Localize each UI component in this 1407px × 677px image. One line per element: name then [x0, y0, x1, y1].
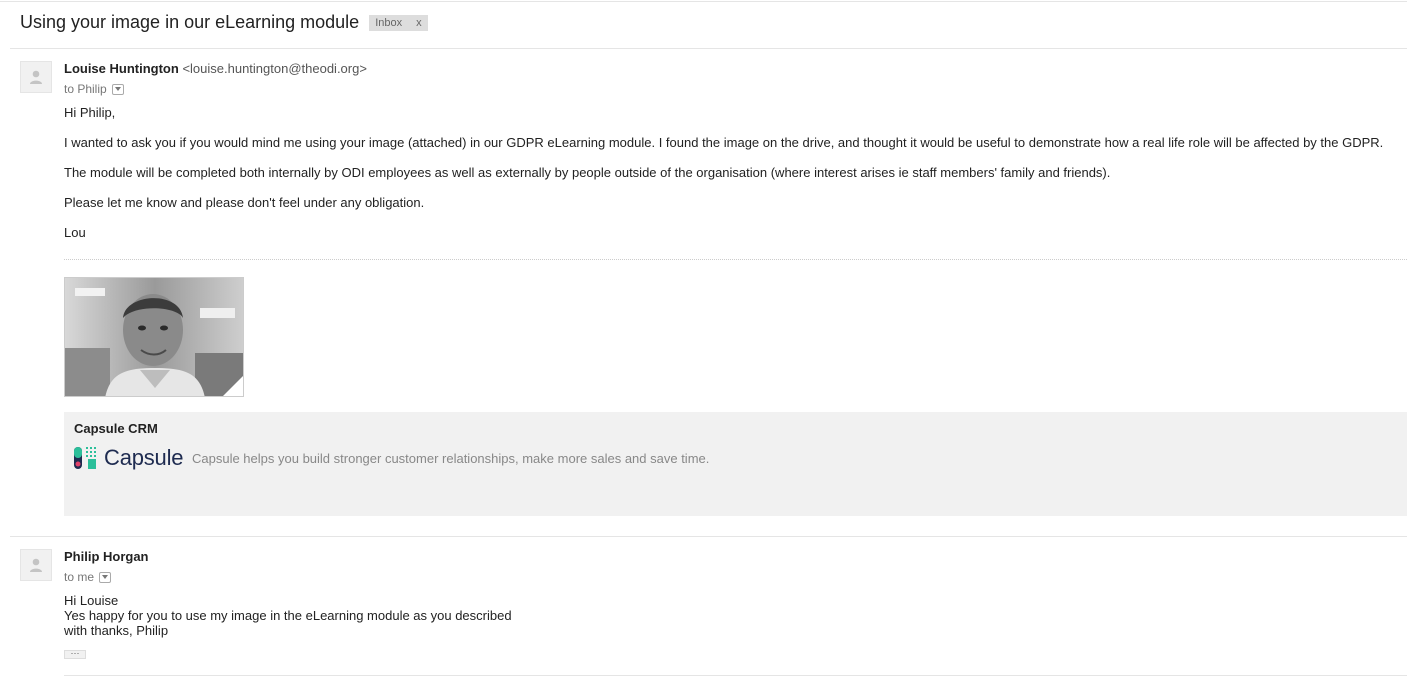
show-details-button[interactable]	[99, 571, 112, 583]
body-paragraph: I wanted to ask you if you would mind me…	[64, 135, 1384, 150]
reply-line: Hi Louise	[64, 593, 119, 608]
bottom-divider	[64, 675, 1407, 676]
recipient-text: to me	[64, 570, 95, 584]
card-title: Capsule CRM	[74, 421, 158, 436]
page-fold	[223, 376, 243, 396]
sender-name[interactable]: Philip Horgan	[64, 549, 149, 564]
subject-divider	[10, 48, 1407, 49]
sender-name[interactable]: Louise Huntington	[64, 61, 179, 76]
capsule-logo-text: Capsule	[104, 445, 184, 470]
body-paragraph: Please let me know and please don't feel…	[64, 195, 425, 210]
attachment-divider	[64, 259, 1407, 260]
message1-sender: Louise Huntington <louise.huntington@the…	[64, 61, 367, 76]
sender-email: <louise.huntington@theodi.org>	[182, 61, 367, 76]
thread-subject: Using your image in our eLearning module	[20, 12, 360, 32]
reply-line: Yes happy for you to use my image in the…	[64, 608, 512, 623]
image-attachment[interactable]	[64, 277, 244, 397]
inbox-label-text: Inbox	[375, 16, 403, 29]
remove-label-button[interactable]: x	[416, 15, 422, 31]
show-details-button[interactable]	[111, 83, 124, 95]
recipient-text: to Philip	[64, 82, 107, 96]
inbox-label[interactable]: Inbox x	[369, 14, 428, 31]
person-icon	[30, 70, 42, 84]
top-divider	[0, 1, 1407, 2]
sender-avatar[interactable]	[20, 549, 52, 581]
chevron-down-icon	[114, 87, 121, 91]
chevron-down-icon	[102, 575, 109, 579]
capsule-logo-icon	[74, 447, 96, 469]
capsule-logo: Capsule	[74, 445, 184, 471]
signoff: Lou	[64, 225, 86, 240]
subject-row: Using your image in our eLearning module…	[20, 12, 428, 33]
reply-line: with thanks, Philip	[64, 623, 169, 638]
sender-avatar[interactable]	[20, 61, 52, 93]
show-trimmed-content-button[interactable]: ···	[64, 649, 86, 659]
message-divider	[10, 536, 1407, 537]
message2-recipients: to me	[64, 570, 112, 584]
portrait-photo	[65, 278, 243, 396]
message2-sender: Philip Horgan	[64, 549, 149, 564]
card-description: Capsule helps you build stronger custome…	[192, 451, 710, 466]
message1-recipients: to Philip	[64, 82, 124, 96]
link-preview-card[interactable]: Capsule CRM Capsule Capsule helps you bu…	[64, 412, 1407, 516]
person-icon	[30, 558, 42, 572]
greeting: Hi Philip,	[64, 105, 116, 120]
body-paragraph: The module will be completed both intern…	[64, 165, 1111, 180]
